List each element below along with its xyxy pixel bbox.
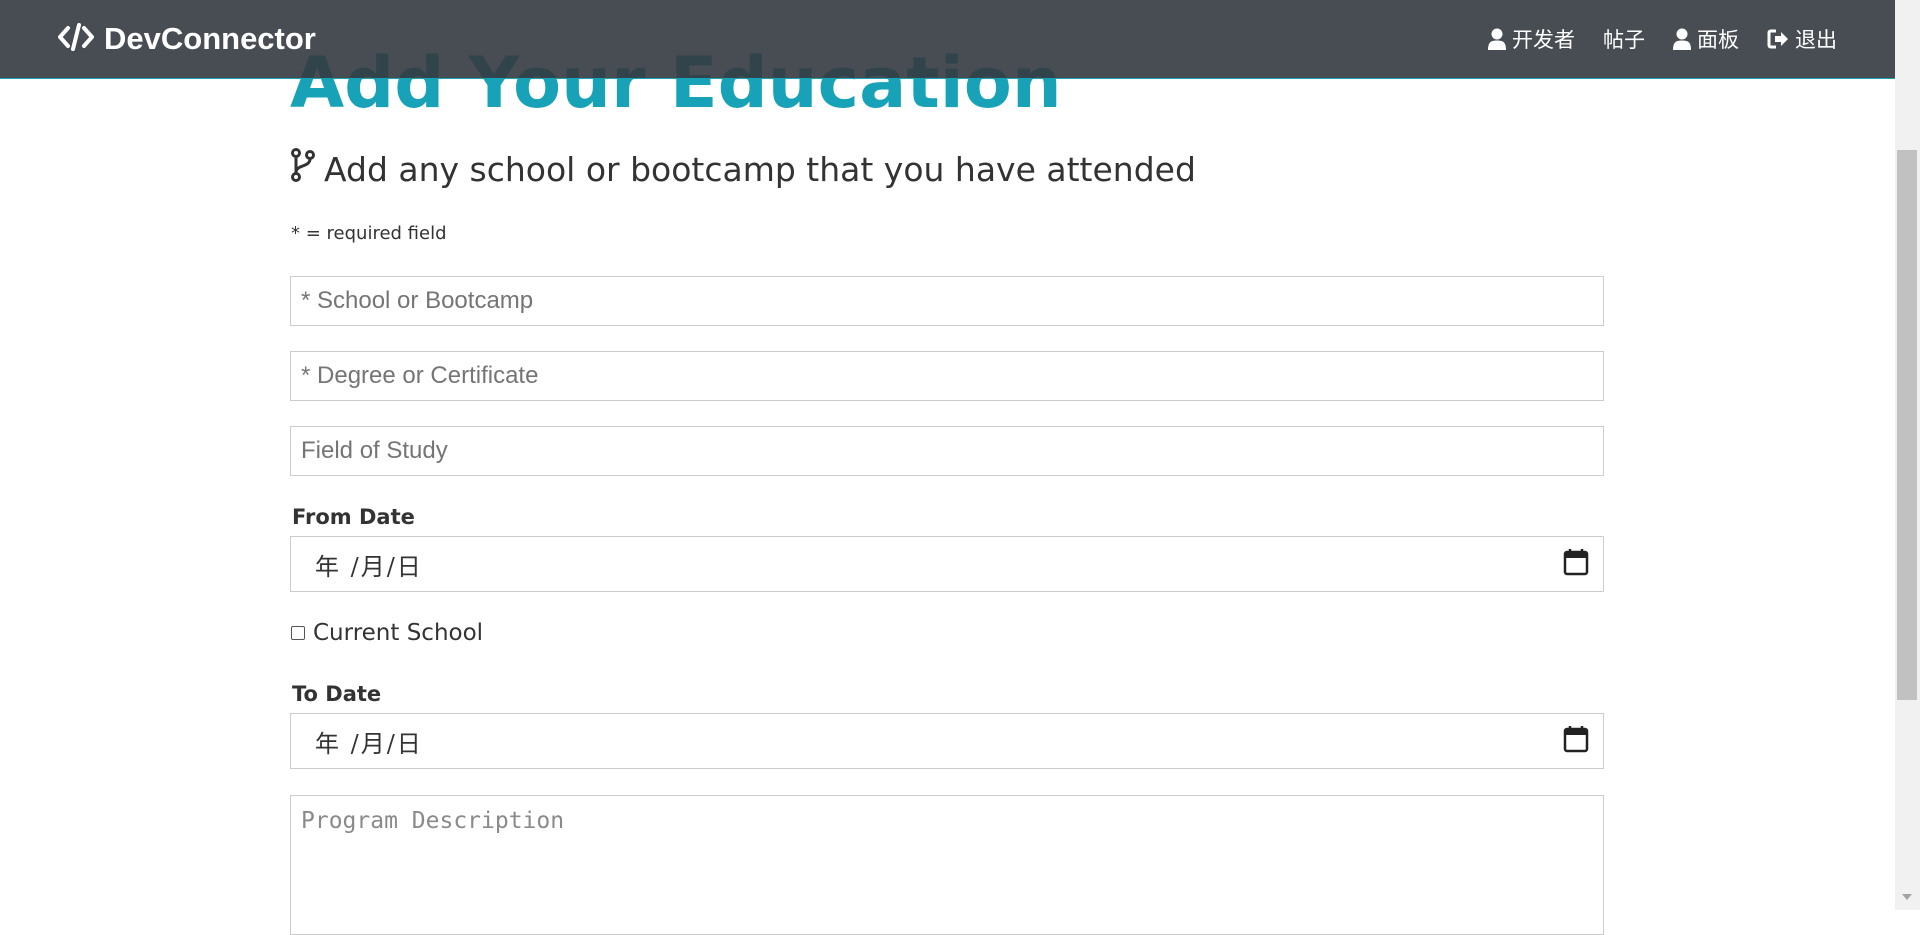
- page-lead: Add any school or bootcamp that you have…: [290, 148, 1196, 190]
- vertical-scrollbar[interactable]: [1895, 0, 1920, 910]
- required-field-note: * = required field: [291, 223, 447, 244]
- navbar: DevConnector 开发者 帖子 面板 退出: [0, 0, 1895, 79]
- from-date-label: From Date: [292, 505, 415, 529]
- code-icon: [58, 23, 94, 55]
- scrollbar-thumb[interactable]: [1897, 150, 1917, 700]
- from-date-input[interactable]: 年 /月/日: [290, 536, 1604, 592]
- to-date-value: 年 /月/日: [315, 729, 423, 758]
- to-date-label: To Date: [292, 682, 382, 706]
- nav-link-label: 开发者: [1512, 28, 1575, 52]
- user-icon: [1488, 28, 1506, 50]
- nav-links: 开发者 帖子 面板 退出: [1488, 24, 1837, 54]
- scroll-down-arrow-icon[interactable]: [1902, 894, 1912, 900]
- nav-link-logout[interactable]: 退出: [1767, 24, 1837, 54]
- program-description-textarea[interactable]: [290, 795, 1604, 935]
- brand-link[interactable]: DevConnector: [58, 21, 316, 57]
- nav-link-dashboard[interactable]: 面板: [1673, 24, 1739, 54]
- from-date-value: 年 /月/日: [315, 552, 423, 581]
- sign-out-icon: [1767, 29, 1789, 49]
- to-date-input[interactable]: 年 /月/日: [290, 713, 1604, 769]
- current-school-checkbox[interactable]: [291, 626, 305, 640]
- user-icon: [1673, 28, 1691, 50]
- lead-text: Add any school or bootcamp that you have…: [324, 149, 1196, 189]
- code-branch-icon: [290, 148, 316, 190]
- calendar-icon[interactable]: [1563, 725, 1589, 757]
- nav-link-developers[interactable]: 开发者: [1488, 24, 1575, 54]
- brand-name: DevConnector: [104, 21, 316, 56]
- current-school-option[interactable]: Current School: [291, 620, 483, 646]
- nav-link-posts[interactable]: 帖子: [1603, 24, 1645, 54]
- field-of-study-input[interactable]: [290, 426, 1604, 476]
- nav-link-label: 面板: [1697, 28, 1739, 52]
- nav-link-label: 退出: [1795, 28, 1837, 52]
- school-input[interactable]: [290, 276, 1604, 326]
- degree-input[interactable]: [290, 351, 1604, 401]
- calendar-icon[interactable]: [1563, 548, 1589, 580]
- nav-link-label: 帖子: [1603, 28, 1645, 52]
- current-school-label: Current School: [313, 620, 484, 646]
